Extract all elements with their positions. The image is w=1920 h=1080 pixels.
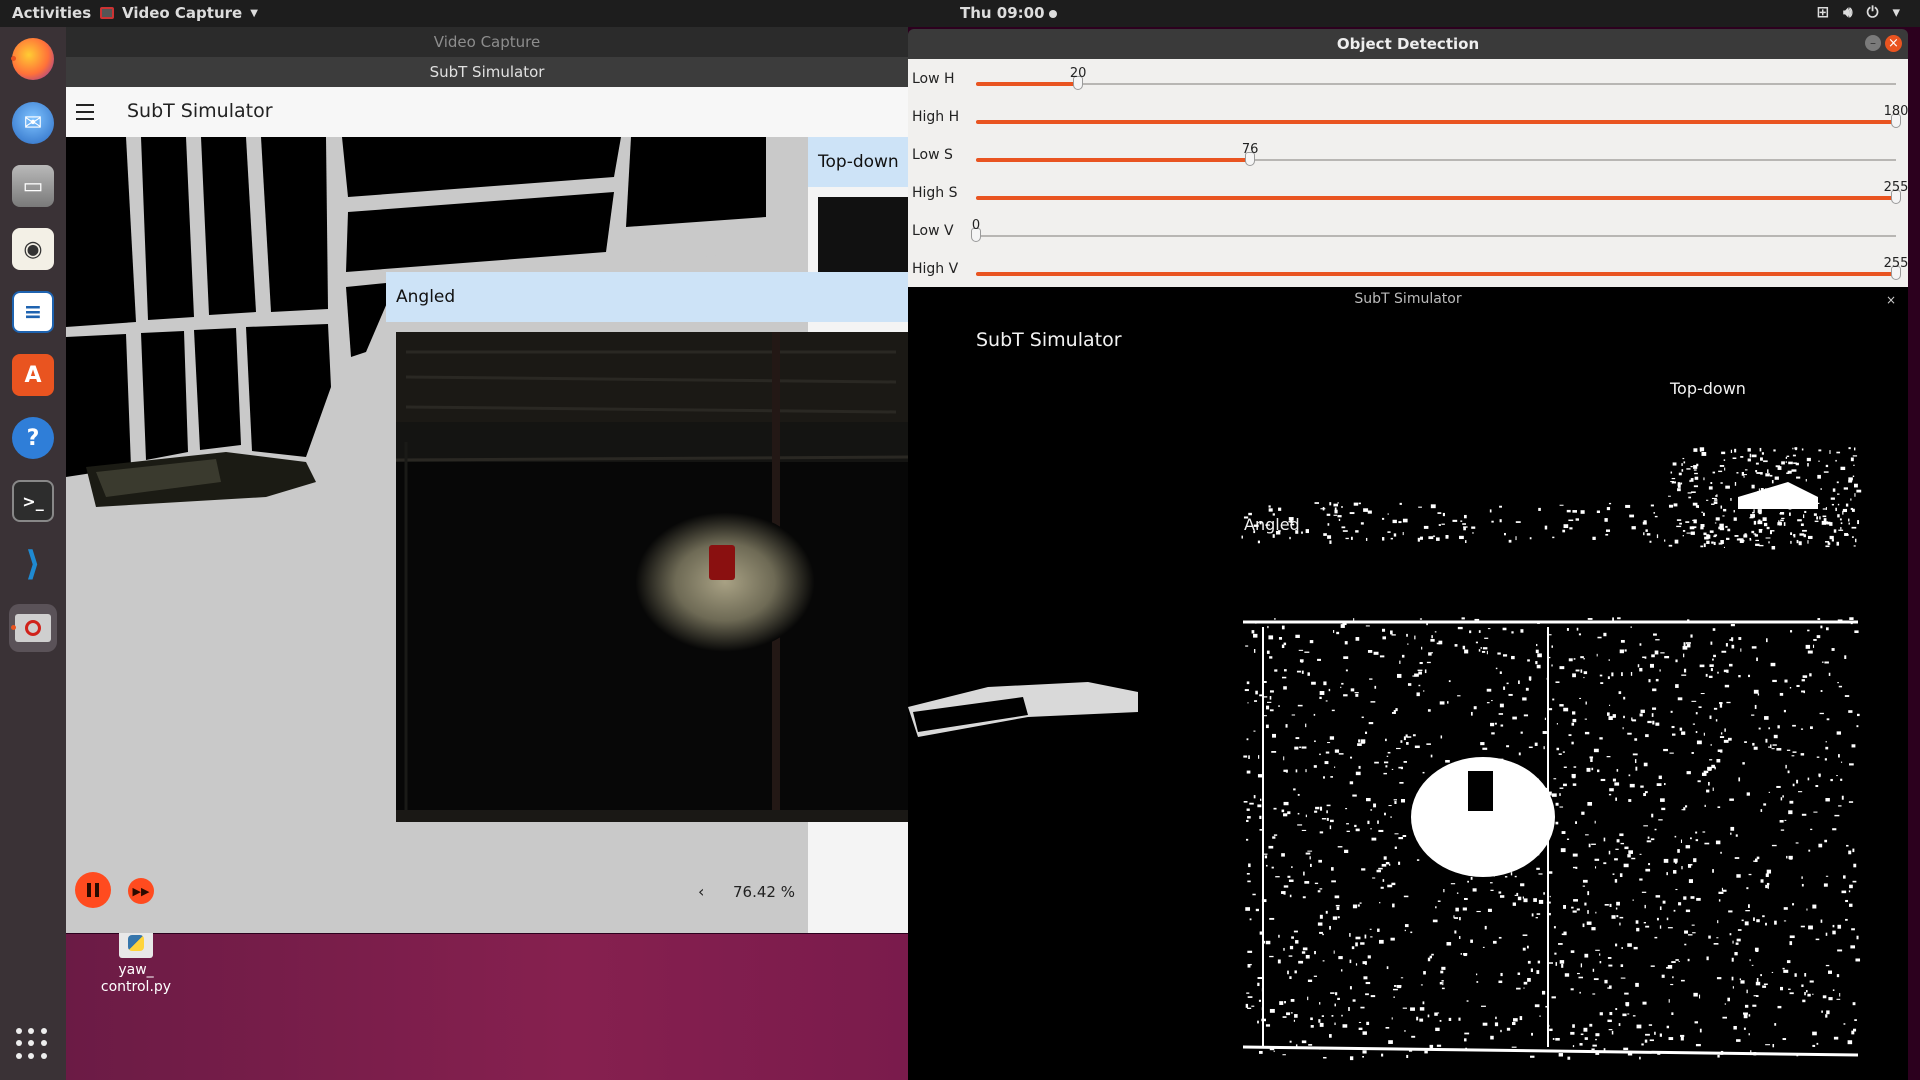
slider-track[interactable]: 76 <box>976 142 1896 166</box>
angled-header[interactable]: Angled <box>386 272 908 322</box>
mask-render <box>908 447 1862 1061</box>
dock-item-writer[interactable]: ≡ <box>9 288 57 336</box>
slider-low-h[interactable]: Low H 20 <box>908 59 1908 97</box>
angled-camera-render <box>396 332 908 822</box>
dock-item-software[interactable]: A <box>9 351 57 399</box>
help-icon: ? <box>12 417 54 459</box>
desktop-file-yaw-control[interactable]: yaw_ control.py <box>86 930 186 996</box>
app-header: SubT Simulator <box>66 87 908 138</box>
clock-label: Thu 09:00 <box>960 4 1045 22</box>
dock-item-firefox[interactable] <box>9 35 57 83</box>
dock: ✉ ▭ ◉ ≡ A ? >_ ⟩ <box>0 27 66 1080</box>
app-menu[interactable]: Video Capture ▼ <box>100 4 258 22</box>
simulator-titlebar[interactable]: SubT Simulator <box>66 57 908 87</box>
network-icon[interactable]: ⊞ <box>1817 3 1830 21</box>
pause-button[interactable] <box>75 872 111 908</box>
dock-item-help[interactable]: ? <box>9 414 57 462</box>
power-icon[interactable]: ⏻ <box>1867 3 1879 21</box>
playback-bar: ▶▶ ‹ 76.42 % <box>66 868 808 934</box>
slider-high-s[interactable]: High S 255 <box>908 173 1908 211</box>
slider-value: 20 <box>1069 66 1087 81</box>
close-button[interactable]: × <box>1885 35 1902 52</box>
slider-low-v[interactable]: Low V 0 <box>908 211 1908 249</box>
firefox-icon <box>12 38 54 80</box>
dock-item-rhythmbox[interactable]: ◉ <box>9 225 57 273</box>
slider-fill <box>976 120 1896 124</box>
slider-label: High H <box>912 109 960 125</box>
hamburger-menu-icon[interactable] <box>76 104 94 125</box>
store-icon: A <box>12 354 54 396</box>
show-applications-icon[interactable] <box>16 1028 48 1060</box>
object-detection-titlebar[interactable]: Object Detection <box>908 29 1908 59</box>
mail-icon: ✉ <box>12 102 54 144</box>
topdown-camera-view <box>818 197 908 272</box>
slider-low-s[interactable]: Low S 76 <box>908 135 1908 173</box>
activities-button[interactable]: Activities <box>12 4 91 22</box>
slider-label: Low V <box>912 223 954 239</box>
slider-track[interactable]: 255 <box>976 180 1908 204</box>
slider-label: High S <box>912 185 958 201</box>
slider-track[interactable]: 20 <box>976 66 1896 90</box>
app-title: SubT Simulator <box>127 100 273 122</box>
slider-label: High V <box>912 261 959 277</box>
terminal-icon: >_ <box>12 480 54 522</box>
dock-item-terminal[interactable]: >_ <box>9 477 57 525</box>
dock-item-vscode[interactable]: ⟩ <box>9 540 57 588</box>
threshold-mask-view: SubT Simulator × SubT Simulator Top-down… <box>908 287 1908 1080</box>
topdown-header[interactable]: Top-down <box>808 137 908 187</box>
dock-item-files[interactable]: ▭ <box>9 162 57 210</box>
fast-forward-button[interactable]: ▶▶ <box>128 878 154 904</box>
slider-track[interactable]: 180 <box>976 104 1908 128</box>
previous-chevron-icon[interactable]: ‹ <box>698 882 704 901</box>
slider-value: 255 <box>1883 180 1909 195</box>
slider-label: Low H <box>912 71 955 87</box>
zoom-level: 76.42 % <box>733 883 795 901</box>
slider-value: 255 <box>1883 256 1909 271</box>
video-capture-titlebar[interactable]: Video Capture <box>66 27 908 57</box>
python-file-icon <box>119 930 153 958</box>
trackbar-panel: Low H 20 High H 180 Low S 76 High S 255 <box>908 59 1908 287</box>
desktop-edge <box>1908 27 1920 1080</box>
slider-fill <box>976 158 1251 162</box>
slider-high-h[interactable]: High H 180 <box>908 97 1908 135</box>
running-indicator <box>11 56 16 61</box>
video-capture-app-icon <box>100 7 114 19</box>
slider-value: 0 <box>971 218 981 233</box>
slider-value: 180 <box>1883 104 1909 119</box>
angled-camera-view <box>396 332 908 822</box>
slider-fill <box>976 272 1896 276</box>
clock[interactable]: Thu 09:00 <box>960 4 1057 22</box>
video-capture-icon <box>15 614 51 642</box>
notification-dot-icon <box>1048 9 1057 18</box>
app-menu-label: Video Capture <box>122 4 243 22</box>
vscode-icon: ⟩ <box>25 544 41 584</box>
desktop-file-label: yaw_ control.py <box>100 962 172 995</box>
top-bar: Activities Video Capture ▼ Thu 09:00 ⊞ 🔊… <box>0 0 1920 27</box>
slider-label: Low S <box>912 147 953 163</box>
dock-item-thunderbird[interactable]: ✉ <box>9 99 57 147</box>
dock-item-video-capture[interactable] <box>9 604 57 652</box>
files-icon: ▭ <box>12 165 54 207</box>
chevron-down-icon[interactable]: ▾ <box>1892 3 1900 21</box>
slider-track[interactable]: 0 <box>971 218 1896 242</box>
desktop-background <box>66 934 908 1080</box>
slider-fill <box>976 196 1896 200</box>
slider-fill <box>976 82 1079 86</box>
slider-high-v[interactable]: High V 255 <box>908 249 1908 287</box>
slider-track[interactable]: 255 <box>976 256 1908 280</box>
volume-icon[interactable]: 🔊︎ <box>1843 3 1852 21</box>
document-icon: ≡ <box>12 291 54 333</box>
running-indicator <box>11 625 16 630</box>
slider-value: 76 <box>1241 142 1259 157</box>
caret-down-icon: ▼ <box>250 7 258 19</box>
minimize-button[interactable]: – <box>1865 35 1881 51</box>
system-tray[interactable]: ⊞ 🔊︎ ⏻ ▾ <box>1817 3 1900 21</box>
speaker-icon: ◉ <box>12 228 54 270</box>
